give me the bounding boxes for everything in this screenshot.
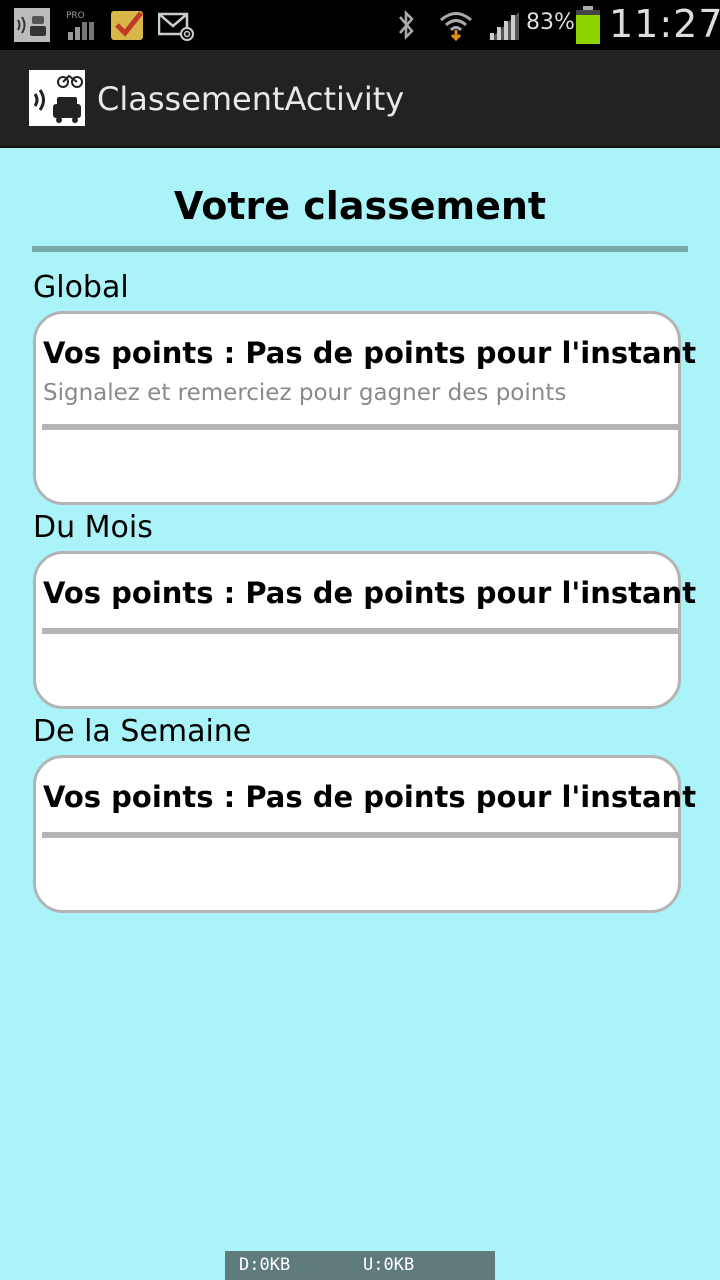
section-label-month: Du Mois (33, 510, 153, 545)
pro-signal-icon: PRO (66, 11, 94, 40)
ranking-card-month: Vos points : Pas de points pour l'instan… (33, 551, 696, 709)
wifi-icon (440, 12, 472, 42)
cell-signal-icon (489, 12, 519, 40)
card-divider (42, 424, 678, 430)
points-hint: Signalez et remerciez pour gagner des po… (43, 380, 567, 406)
upload-counter: U:0KB (363, 1255, 415, 1275)
app-title: ClassementActivity (97, 80, 405, 118)
battery-icon (576, 6, 600, 44)
download-counter: D:0KB (239, 1255, 291, 1275)
status-bar: PRO 83% 11:27 (0, 0, 720, 50)
title-divider (32, 246, 688, 252)
app-logo-icon[interactable] (29, 70, 85, 126)
ranking-card-global: Vos points : Pas de points pour l'instan… (33, 311, 696, 505)
page-title: Votre classement (173, 184, 547, 228)
ranking-card-week: Vos points : Pas de points pour l'instan… (33, 755, 696, 913)
card-divider (42, 628, 678, 634)
email-at-icon (158, 12, 194, 41)
battery-percent: 83% (526, 10, 575, 35)
bluetooth-icon (399, 9, 414, 41)
clock: 11:27 (609, 2, 720, 46)
points-text: Vos points : Pas de points pour l'instan… (43, 576, 697, 610)
card-divider (42, 832, 678, 838)
svg-text:PRO: PRO (66, 11, 85, 21)
section-label-week: De la Semaine (33, 714, 252, 749)
traffic-monitor: D:0KB U:0KB (225, 1251, 495, 1280)
task-check-icon (111, 11, 143, 40)
points-text: Vos points : Pas de points pour l'instan… (43, 336, 697, 370)
points-text: Vos points : Pas de points pour l'instan… (43, 780, 697, 814)
app-notification-icon (14, 8, 50, 42)
action-bar: ClassementActivity (0, 50, 720, 148)
section-label-global: Global (33, 270, 129, 305)
